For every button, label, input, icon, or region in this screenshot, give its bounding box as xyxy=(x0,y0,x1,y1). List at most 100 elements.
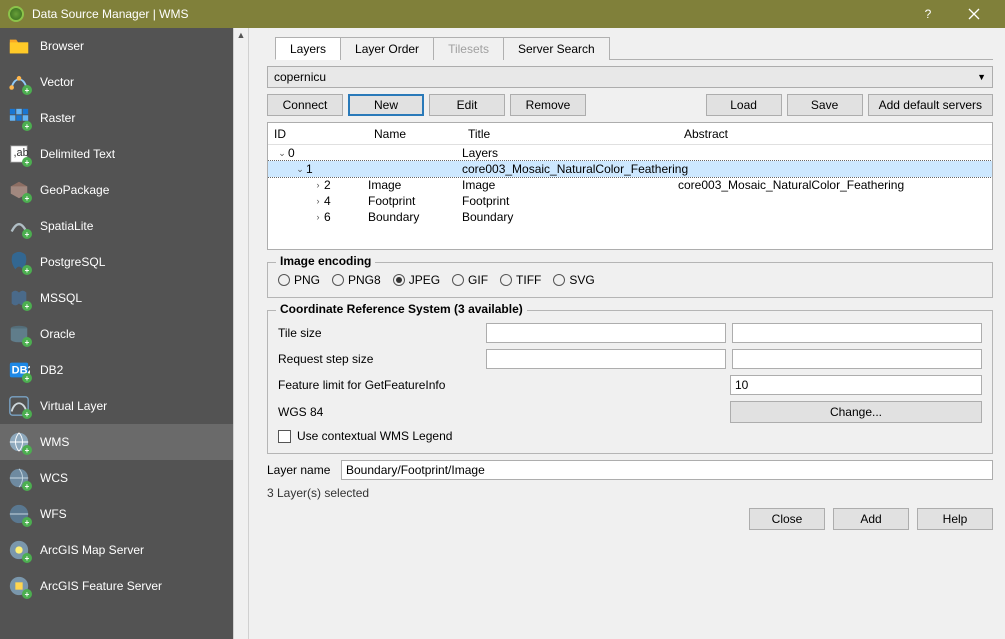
layer-tree[interactable]: ID Name Title Abstract ⌄ 0Layers⌄ 1core0… xyxy=(267,122,993,250)
sidebar-label: ArcGIS Map Server xyxy=(40,543,144,557)
sidebar-label: SpatiaLite xyxy=(40,219,93,233)
feature-limit-input[interactable] xyxy=(730,375,982,395)
expand-icon[interactable]: › xyxy=(312,212,324,222)
step-size-width-input[interactable] xyxy=(486,349,726,369)
sidebar-label: ArcGIS Feature Server xyxy=(40,579,162,593)
contextual-legend-label: Use contextual WMS Legend xyxy=(297,429,452,443)
sidebar-item-spatialite[interactable]: + SpatiaLite xyxy=(0,208,233,244)
scroll-up-icon: ▲ xyxy=(237,30,246,40)
sidebar-item-wms[interactable]: + WMS xyxy=(0,424,233,460)
virtual-layer-icon: + xyxy=(8,395,30,417)
help-button[interactable]: ? xyxy=(905,0,951,28)
header-name[interactable]: Name xyxy=(368,127,462,141)
encoding-radio-jpeg[interactable]: JPEG xyxy=(393,273,440,287)
app-logo-icon xyxy=(8,6,24,22)
sidebar-item-delimited-text[interactable]: ,ab+ Delimited Text xyxy=(0,136,233,172)
expand-icon[interactable]: ⌄ xyxy=(294,164,306,175)
add-button[interactable]: Add xyxy=(833,508,909,530)
sidebar-item-oracle[interactable]: + Oracle xyxy=(0,316,233,352)
text-icon: ,ab+ xyxy=(8,143,30,165)
sidebar-item-geopackage[interactable]: + GeoPackage xyxy=(0,172,233,208)
wcs-icon: + xyxy=(8,467,30,489)
oracle-icon: + xyxy=(8,323,30,345)
layer-name-input[interactable] xyxy=(341,460,993,480)
sidebar-item-arcgis-map[interactable]: + ArcGIS Map Server xyxy=(0,532,233,568)
header-abstract[interactable]: Abstract xyxy=(678,127,992,141)
help-footer-button[interactable]: Help xyxy=(917,508,993,530)
tile-size-height-input[interactable] xyxy=(732,323,982,343)
tab-server-search[interactable]: Server Search xyxy=(503,37,610,60)
sidebar-item-virtual-layer[interactable]: + Virtual Layer xyxy=(0,388,233,424)
sidebar-item-vector[interactable]: + Vector xyxy=(0,64,233,100)
tree-row[interactable]: › 4FootprintFootprint xyxy=(268,193,992,209)
sidebar-item-raster[interactable]: + Raster xyxy=(0,100,233,136)
group-title: Image encoding xyxy=(276,254,375,268)
wfs-icon: + xyxy=(8,503,30,525)
tree-header: ID Name Title Abstract xyxy=(268,123,992,145)
step-size-label: Request step size xyxy=(278,352,480,366)
feature-limit-label: Feature limit for GetFeatureInfo xyxy=(278,378,724,392)
sidebar-item-wcs[interactable]: + WCS xyxy=(0,460,233,496)
sidebar-label: Delimited Text xyxy=(40,147,115,161)
sidebar-item-postgresql[interactable]: + PostgreSQL xyxy=(0,244,233,280)
remove-button[interactable]: Remove xyxy=(510,94,586,116)
chevron-down-icon: ▼ xyxy=(977,72,986,82)
header-id[interactable]: ID xyxy=(268,127,368,141)
spatialite-icon: + xyxy=(8,215,30,237)
load-button[interactable]: Load xyxy=(706,94,782,116)
encoding-radio-png8[interactable]: PNG8 xyxy=(332,273,381,287)
tile-size-width-input[interactable] xyxy=(486,323,726,343)
expand-icon[interactable]: ⌄ xyxy=(276,148,288,159)
close-button[interactable]: Close xyxy=(749,508,825,530)
save-button[interactable]: Save xyxy=(787,94,863,116)
sidebar-label: WFS xyxy=(40,507,67,521)
tree-row[interactable]: › 6BoundaryBoundary xyxy=(268,209,992,225)
mssql-icon: + xyxy=(8,287,30,309)
expand-icon[interactable]: › xyxy=(312,180,324,190)
new-button[interactable]: New xyxy=(348,94,424,116)
sidebar-item-browser[interactable]: Browser xyxy=(0,28,233,64)
header-title[interactable]: Title xyxy=(462,127,678,141)
crs-name-label: WGS 84 xyxy=(278,405,724,419)
selection-status: 3 Layer(s) selected xyxy=(267,486,993,500)
image-encoding-group: Image encoding PNGPNG8JPEGGIFTIFFSVG xyxy=(267,262,993,298)
tree-row[interactable]: ⌄ 0Layers xyxy=(268,145,992,161)
sidebar-label: PostgreSQL xyxy=(40,255,105,269)
data-source-sidebar: Browser + Vector + Raster ,ab+ Delimited… xyxy=(0,28,233,639)
sidebar-label: Virtual Layer xyxy=(40,399,107,413)
sidebar-item-arcgis-feature[interactable]: + ArcGIS Feature Server xyxy=(0,568,233,604)
tile-size-label: Tile size xyxy=(278,326,480,340)
edit-button[interactable]: Edit xyxy=(429,94,505,116)
encoding-radio-tiff[interactable]: TIFF xyxy=(500,273,541,287)
contextual-legend-checkbox[interactable] xyxy=(278,430,291,443)
tab-tilesets: Tilesets xyxy=(433,37,504,60)
sidebar-label: WCS xyxy=(40,471,68,485)
tree-row[interactable]: › 2ImageImagecore003_Mosaic_NaturalColor… xyxy=(268,177,992,193)
connect-button[interactable]: Connect xyxy=(267,94,343,116)
sidebar-label: DB2 xyxy=(40,363,63,377)
step-size-height-input[interactable] xyxy=(732,349,982,369)
encoding-radio-gif[interactable]: GIF xyxy=(452,273,488,287)
sidebar-label: MSSQL xyxy=(40,291,82,305)
sidebar-item-mssql[interactable]: + MSSQL xyxy=(0,280,233,316)
sidebar-item-db2[interactable]: DB2+ DB2 xyxy=(0,352,233,388)
window-title: Data Source Manager | WMS xyxy=(32,7,905,21)
encoding-radio-svg[interactable]: SVG xyxy=(553,273,594,287)
encoding-radio-png[interactable]: PNG xyxy=(278,273,320,287)
vertical-scroll-stub[interactable]: ▲ xyxy=(233,28,249,639)
title-bar: Data Source Manager | WMS ? xyxy=(0,0,1005,28)
connection-select[interactable]: copernicu ▼ xyxy=(267,66,993,88)
connection-value: copernicu xyxy=(274,70,326,84)
sidebar-item-wfs[interactable]: + WFS xyxy=(0,496,233,532)
tab-layers[interactable]: Layers xyxy=(275,37,341,60)
close-window-button[interactable] xyxy=(951,0,997,28)
change-crs-button[interactable]: Change... xyxy=(730,401,982,423)
tree-row[interactable]: ⌄ 1core003_Mosaic_NaturalColor_Featherin… xyxy=(268,161,992,177)
tab-bar: Layers Layer Order Tilesets Server Searc… xyxy=(275,36,993,60)
add-default-servers-button[interactable]: Add default servers xyxy=(868,94,993,116)
geopackage-icon: + xyxy=(8,179,30,201)
layer-name-label: Layer name xyxy=(267,463,335,477)
tab-layer-order[interactable]: Layer Order xyxy=(340,37,434,60)
expand-icon[interactable]: › xyxy=(312,196,324,206)
folder-icon xyxy=(8,35,30,57)
